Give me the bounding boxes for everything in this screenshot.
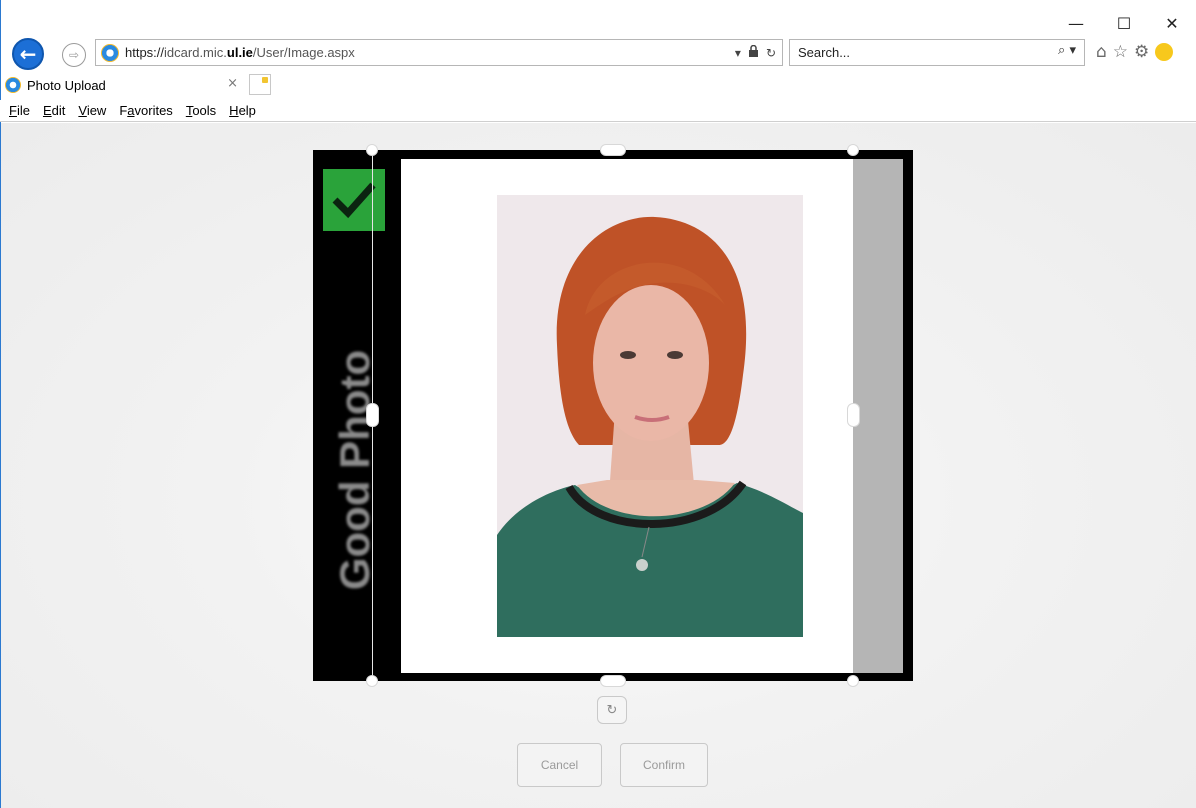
menu-favorites-label: vorites: [134, 103, 173, 118]
search-input[interactable]: [798, 45, 1028, 60]
menu-view-label: iew: [86, 103, 107, 118]
crop-handle-top[interactable]: [600, 144, 626, 156]
rotate-icon: ↻: [606, 702, 618, 718]
arrow-left-icon: ←: [19, 42, 37, 66]
refresh-icon[interactable]: ↻: [766, 46, 776, 60]
ie-favicon-icon: [5, 77, 21, 93]
menu-tools-label: ools: [192, 103, 217, 118]
checkmark-badge: [323, 169, 385, 231]
close-window-button[interactable]: ✕: [1148, 8, 1196, 38]
new-tab-button[interactable]: [249, 74, 271, 95]
home-icon[interactable]: ⌂: [1096, 42, 1107, 62]
photo-margin-strip: [853, 159, 903, 673]
lock-icon[interactable]: [748, 44, 759, 60]
menu-view-accel: V: [78, 103, 87, 118]
address-bar[interactable]: https://idcard.mic.ul.ie/User/Image.aspx…: [95, 39, 783, 66]
crop-handle-right[interactable]: [847, 403, 860, 427]
browser-toolbar-icons: ⌂ ☆ ⚙: [1096, 42, 1174, 62]
navigation-bar: ← ⇨ https://idcard.mic.ul.ie/User/Image.…: [0, 36, 1196, 72]
rotate-button[interactable]: ↻: [597, 696, 627, 724]
window-controls: — ☐ ✕: [1052, 8, 1196, 38]
menu-file-accel: F: [9, 103, 17, 118]
favorites-star-icon[interactable]: ☆: [1113, 42, 1128, 62]
page-content: Good Photo ↻ Cancel Confirm: [1, 123, 1196, 808]
crop-handle-left[interactable]: [366, 403, 379, 427]
crop-handle-bottom[interactable]: [600, 675, 626, 687]
address-tools: ▾ ↻: [735, 40, 776, 65]
portrait-image: [497, 195, 803, 637]
url-protocol: https://: [125, 45, 165, 60]
tab-close-icon[interactable]: ×: [227, 76, 238, 91]
menu-edit[interactable]: Edit: [43, 103, 65, 118]
checkmark-icon: [332, 182, 376, 219]
crop-handle-top-left[interactable]: [366, 144, 378, 156]
crop-handle-top-right[interactable]: [847, 144, 859, 156]
address-dropdown-icon[interactable]: ▾: [735, 46, 741, 60]
image-cropper[interactable]: Good Photo: [313, 144, 913, 687]
maximize-button[interactable]: ☐: [1100, 8, 1148, 38]
url-path: /User/Image.aspx: [252, 45, 355, 60]
settings-gear-icon[interactable]: ⚙: [1134, 42, 1149, 62]
menu-help[interactable]: Help: [229, 103, 256, 118]
menu-file[interactable]: File: [9, 103, 30, 118]
search-icon[interactable]: ⌕ ▾: [1058, 43, 1076, 58]
menu-view[interactable]: View: [78, 103, 106, 118]
menu-file-label: ile: [16, 103, 30, 118]
menu-edit-accel: E: [42, 103, 52, 118]
crop-handle-bottom-left[interactable]: [366, 675, 378, 687]
url-host-domain: ul.ie: [226, 45, 253, 60]
ie-favicon-icon: [101, 43, 119, 62]
tab-photo-upload[interactable]: Photo Upload ×: [3, 72, 247, 98]
menu-help-label: elp: [238, 103, 256, 118]
menu-favorites-accel: a: [127, 103, 135, 118]
feedback-smiley-icon[interactable]: [1155, 43, 1174, 61]
tab-title: Photo Upload: [27, 77, 106, 93]
menu-favorites[interactable]: Favorites: [119, 103, 172, 118]
url-host-prefix: idcard.mic.: [164, 45, 227, 60]
search-box[interactable]: ⌕ ▾: [789, 39, 1085, 66]
back-button[interactable]: ←: [12, 38, 44, 70]
menu-help-accel: H: [229, 103, 239, 118]
forward-button[interactable]: ⇨: [62, 43, 86, 67]
cancel-button[interactable]: Cancel: [517, 743, 602, 787]
crop-handle-bottom-right[interactable]: [847, 675, 859, 687]
minimize-button[interactable]: —: [1052, 8, 1100, 38]
portrait-photo: [497, 195, 803, 637]
arrow-right-icon: ⇨: [68, 48, 80, 62]
confirm-button[interactable]: Confirm: [620, 743, 708, 787]
menu-bar: File Edit View Favorites Tools Help: [0, 100, 1196, 122]
url-text[interactable]: https://idcard.mic.ul.ie/User/Image.aspx: [125, 45, 355, 60]
tab-strip: Photo Upload ×: [0, 72, 1196, 98]
menu-tools[interactable]: Tools: [186, 103, 216, 118]
menu-edit-label: dit: [51, 103, 66, 118]
